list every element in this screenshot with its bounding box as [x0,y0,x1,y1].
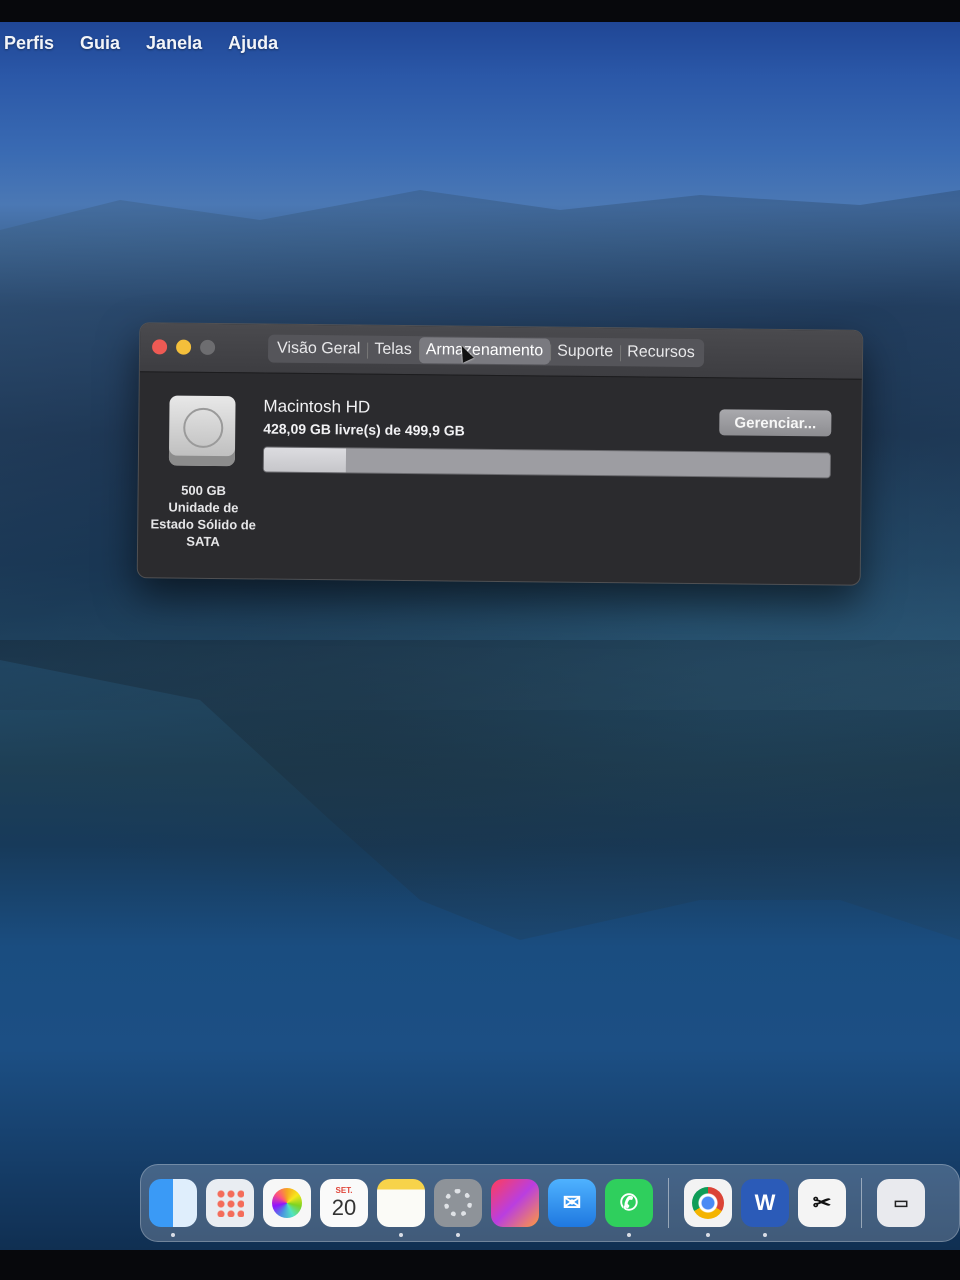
about-this-mac-window: Visão Geral Telas Armazenamento Suporte … [136,322,864,586]
window-titlebar[interactable]: Visão Geral Telas Armazenamento Suporte … [139,323,863,380]
storage-panel: 500 GB Unidade de Estado Sólido de SATA … [138,371,862,585]
photos-icon[interactable] [263,1179,311,1227]
hard-drive-icon [168,395,236,467]
disk-description: 500 GB Unidade de Estado Sólido de SATA [148,481,259,550]
minimize-button[interactable] [176,339,192,355]
menu-perfis[interactable]: Perfis [4,33,54,54]
launchpad-icon[interactable] [206,1179,254,1227]
disk-type-line1: Unidade de [168,499,239,516]
system-preferences-icon[interactable] [434,1179,482,1237]
notes-icon[interactable] [377,1179,425,1237]
dock-separator [861,1178,862,1228]
monitor-bezel-top [0,0,960,22]
word-glyph: W [754,1190,776,1215]
mail-icon[interactable]: ✉ [548,1179,596,1227]
running-indicator [456,1233,460,1237]
tab-bar: Visão Geral Telas Armazenamento Suporte … [267,334,704,368]
running-indicator [171,1233,175,1237]
tab-recursos[interactable]: Recursos [620,339,702,366]
running-indicator [763,1233,767,1237]
calendar-day: 20 [331,1195,357,1220]
storage-usage-bar [262,446,832,479]
running-indicator [706,1233,710,1237]
screen-icon[interactable]: ▭ [877,1179,925,1227]
creative-cloud-icon[interactable] [491,1179,539,1227]
disk-type-line3: SATA [186,533,220,550]
chrome-icon[interactable] [684,1179,732,1237]
menu-guia[interactable]: Guia [80,33,120,54]
zoom-button[interactable] [200,339,216,356]
storage-used-fill [263,447,346,473]
volume-free-space: 428,09 GB livre(s) de 499,9 GB [263,420,465,439]
monitor-bezel-bottom [0,1250,960,1280]
running-indicator [627,1233,631,1237]
disk-type-line2: Estado Sólido de [150,516,257,533]
menu-bar: Perfis Guia Janela Ajuda [0,22,960,64]
calendar-icon[interactable]: SET. 20 [320,1179,368,1227]
whatsapp-icon[interactable]: ✆ [605,1179,653,1237]
finder-icon[interactable] [149,1179,197,1237]
capcut-icon[interactable]: ✂ [798,1179,846,1227]
tab-visao-geral[interactable]: Visão Geral [270,336,368,363]
word-icon[interactable]: W [741,1179,789,1237]
dock-separator [668,1178,669,1228]
manage-button[interactable]: Gerenciar... [719,409,832,437]
tab-suporte[interactable]: Suporte [550,339,620,366]
menu-ajuda[interactable]: Ajuda [228,33,278,54]
disk-capacity: 500 GB [181,482,227,499]
running-indicator [399,1233,403,1237]
close-button[interactable] [152,339,168,355]
menu-janela[interactable]: Janela [146,33,202,54]
dock: SET. 20 ✉ ✆ W ✂ ▭ [140,1164,960,1242]
tab-telas[interactable]: Telas [367,337,419,364]
volume-name: Macintosh HD [263,396,371,417]
tab-armazenamento[interactable]: Armazenamento [418,337,551,365]
